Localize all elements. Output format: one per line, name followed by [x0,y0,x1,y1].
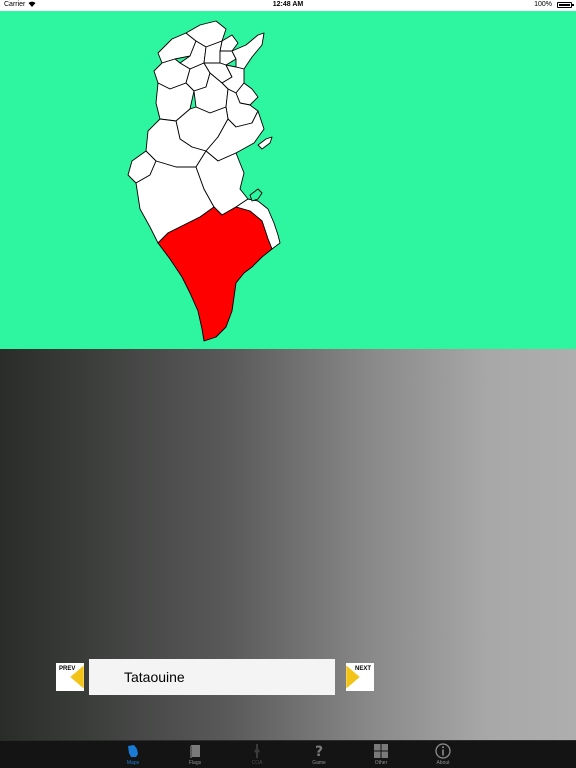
tab-label: Other [374,760,388,766]
tab-label: Game [312,760,326,766]
next-button[interactable]: NEXT [346,663,374,691]
coat-of-arms-icon [254,744,260,758]
tab-bar: Maps Flags COA ? Game Other About [0,740,576,768]
tab-coa[interactable]: COA [232,741,282,768]
region-nabeul[interactable] [231,32,265,70]
battery-full-icon [557,2,574,8]
tab-label: Maps [126,760,140,766]
tab-label: COA [251,760,263,766]
battery-percentage: 100% [534,1,552,8]
tab-label: Flags [188,760,202,766]
question-mark-icon: ? [315,744,323,759]
tunisia-map [127,20,281,342]
island-djerba [249,188,263,202]
info-icon [435,743,451,759]
status-bar: Carrier 12:48 AM 100% [0,0,576,11]
tab-flags[interactable]: Flags [170,741,220,768]
arrow-right-icon [346,665,360,689]
flag-book-icon [190,745,200,758]
tab-game[interactable]: ? Game [294,741,344,768]
tab-other[interactable]: Other [356,741,406,768]
tab-label: About [436,760,450,766]
island-kerkennah [257,136,273,150]
tab-about[interactable]: About [418,741,468,768]
grid-icon [374,744,388,758]
map-icon [128,745,138,757]
arrow-left-icon [70,665,84,689]
prev-button[interactable]: PREV [56,663,84,691]
region-name-display: Tataouine [89,659,335,695]
svg-text:?: ? [315,744,323,759]
status-time: 12:48 AM [272,1,304,8]
map-view[interactable] [0,11,576,349]
tab-maps[interactable]: Maps [108,741,158,768]
app-window: Carrier 12:48 AM 100% PREV Tataouine NEX… [0,0,576,768]
